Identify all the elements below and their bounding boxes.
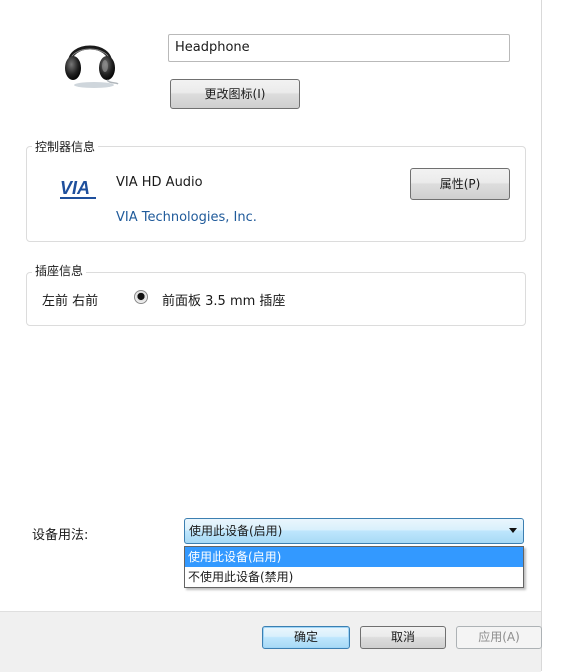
device-usage-label: 设备用法: [32, 528, 89, 543]
headphone-icon [65, 45, 119, 88]
jack-description: 前面板 3.5 mm 插座 [162, 294, 286, 309]
device-usage-selected-value: 使用此设备(启用) [189, 524, 283, 538]
dropdown-option-disable[interactable]: 不使用此设备(禁用) [185, 567, 523, 587]
properties-button[interactable]: 属性(P) [410, 168, 510, 200]
via-logo: VIA [60, 178, 96, 199]
device-name-input[interactable]: Headphone [168, 34, 510, 62]
apply-button[interactable]: 应用(A) [456, 626, 542, 649]
dropdown-option-enable[interactable]: 使用此设备(启用) [185, 547, 523, 567]
svg-text:VIA: VIA [60, 178, 90, 198]
controller-vendor: VIA Technologies, Inc. [116, 210, 257, 225]
chevron-down-icon[interactable] [509, 528, 517, 533]
change-icon-button[interactable]: 更改图标(I) [170, 79, 300, 109]
device-properties-dialog: Headphone 更改图标(I) 控制器信息 VIA VIA HD Audio… [0, 0, 542, 672]
ok-button[interactable]: 确定 [262, 626, 350, 649]
controller-info-title: 控制器信息 [32, 138, 99, 155]
device-usage-select[interactable]: 使用此设备(启用) [184, 518, 524, 544]
jack-info-title: 插座信息 [32, 262, 87, 279]
jack-indicator-icon [134, 290, 148, 304]
jack-position: 左前 右前 [42, 294, 99, 309]
cancel-button[interactable]: 取消 [360, 626, 446, 649]
controller-name: VIA HD Audio [116, 175, 203, 190]
device-usage-dropdown: 使用此设备(启用) 不使用此设备(禁用) [184, 546, 524, 588]
